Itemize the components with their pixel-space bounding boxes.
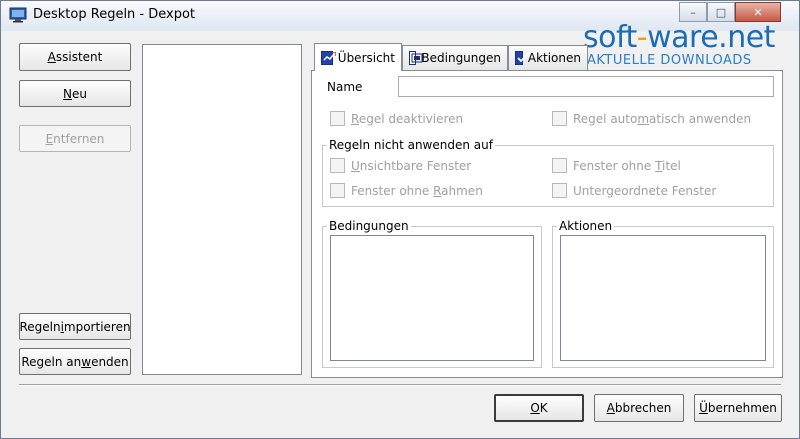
cancel-button[interactable]: Abbrechen — [594, 394, 684, 422]
windows-no-title-label: Fenster ohne Titel — [573, 158, 681, 173]
window-title: Desktop Regeln - Dexpot — [33, 7, 196, 22]
auto-apply-checkbox[interactable]: Regel automatisch anwenden — [552, 111, 751, 126]
apply-rules-button[interactable]: Regeln an w enden — [19, 348, 131, 375]
checkbox-box — [330, 158, 345, 173]
tab-overview-label: Übersicht — [337, 50, 395, 65]
rules-list[interactable] — [142, 44, 302, 375]
child-windows-checkbox[interactable]: Untergeordnete Fenster — [552, 183, 716, 198]
monitor-icon — [9, 7, 27, 23]
actions-list[interactable] — [560, 235, 766, 361]
ok-button[interactable]: OK — [494, 394, 584, 422]
overview-icon — [321, 50, 336, 65]
windows-no-frame-label: Fenster ohne Rahmen — [351, 183, 483, 198]
tab-overview[interactable]: Übersicht — [314, 43, 402, 71]
watermark: soft-ware.net AKTUELLE DOWNLOADS — [583, 20, 775, 69]
close-button[interactable]: ✕ — [735, 2, 781, 22]
name-label: Name — [327, 80, 363, 94]
disable-rule-checkbox[interactable]: Regel deaktivieren — [330, 111, 463, 126]
separator — [19, 384, 781, 386]
checkbox-box — [552, 183, 567, 198]
remove-rule-button[interactable]: Entfernen — [19, 125, 131, 152]
checkbox-box — [552, 158, 567, 173]
auto-apply-label: Regel automatisch anwenden — [573, 111, 752, 126]
invisible-windows-label: Unsichtbare Fenster — [351, 158, 472, 173]
dialog-window: Desktop Regeln - Dexpot – □ ✕ soft-ware.… — [0, 0, 800, 439]
window-icon — [409, 51, 423, 65]
disable-rule-label: Regel deaktivieren — [351, 111, 464, 126]
windows-no-title-checkbox[interactable]: Fenster ohne Titel — [552, 158, 681, 173]
new-rule-button[interactable]: Neu — [19, 80, 131, 107]
minimize-button[interactable]: – — [679, 2, 707, 22]
invisible-windows-checkbox[interactable]: Unsichtbare Fenster — [330, 158, 471, 173]
maximize-icon: □ — [715, 5, 727, 19]
overview-panel: Name Regel deaktivieren Regel automatisc… — [311, 70, 783, 378]
child-windows-label: Untergeordnete Fenster — [573, 183, 717, 198]
close-icon: ✕ — [753, 5, 763, 19]
checkbox-box — [330, 111, 345, 126]
exclusions-group-title: Regeln nicht anwenden auf — [327, 138, 495, 152]
conditions-group-title: Bedingungen — [327, 219, 411, 233]
check-icon — [515, 51, 529, 65]
assistant-button[interactable]: Assistent — [19, 43, 131, 71]
tab-actions-label: Aktionen — [527, 51, 581, 65]
apply-button[interactable]: Übernehmen — [694, 394, 782, 422]
tab-actions[interactable]: Aktionen — [508, 45, 588, 70]
import-rules-button[interactable]: Regeln i mportieren — [19, 313, 131, 340]
tab-conditions-label: Bedingungen — [421, 51, 501, 65]
checkbox-box — [552, 111, 567, 126]
actions-group-title: Aktionen — [557, 219, 615, 233]
tab-conditions[interactable]: Bedingungen — [402, 45, 508, 70]
maximize-button[interactable]: □ — [707, 2, 735, 22]
name-input[interactable] — [398, 76, 774, 97]
windows-no-frame-checkbox[interactable]: Fenster ohne Rahmen — [330, 183, 483, 198]
minimize-icon: – — [690, 5, 696, 19]
checkbox-box — [330, 183, 345, 198]
conditions-list[interactable] — [330, 235, 534, 361]
